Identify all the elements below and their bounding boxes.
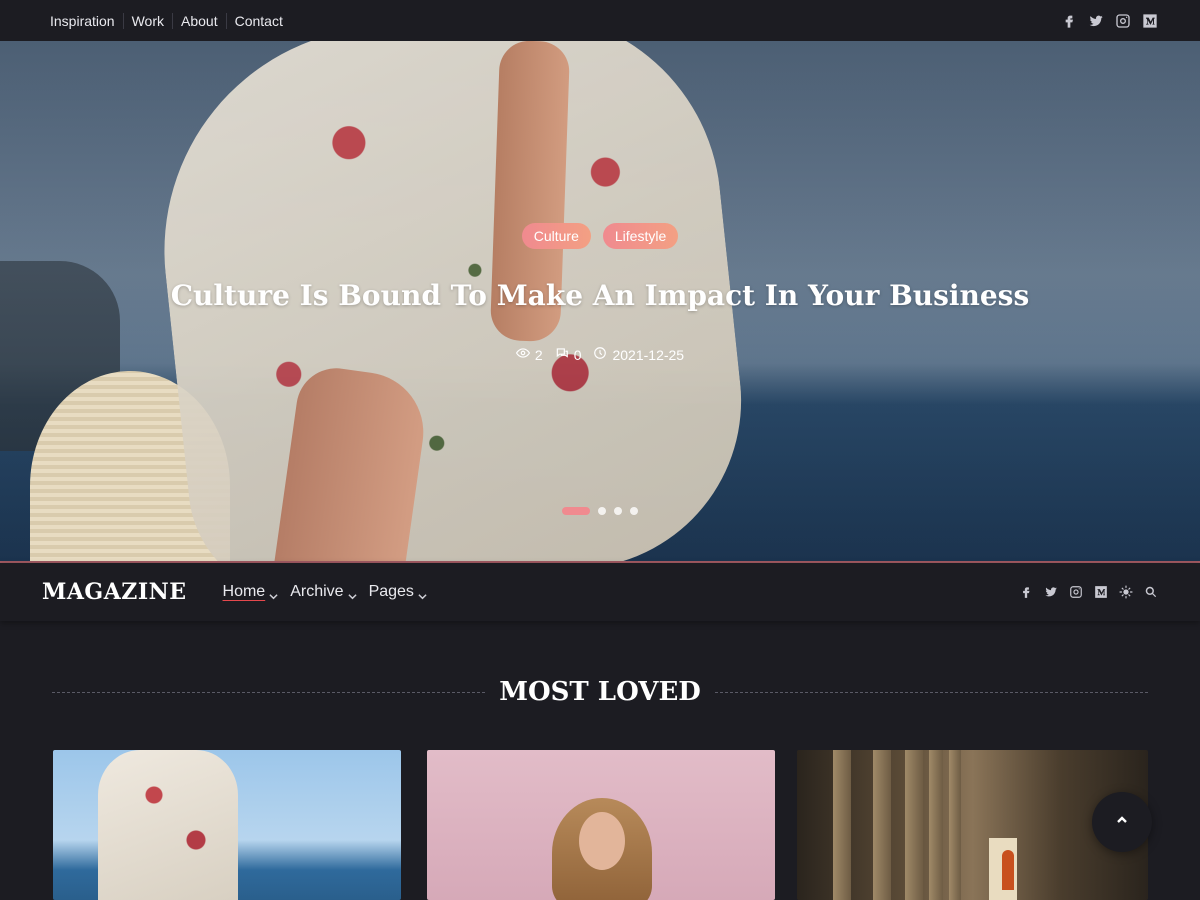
- top-nav-contact[interactable]: Contact: [225, 12, 291, 29]
- slider-dot-1[interactable]: [562, 507, 590, 515]
- top-nav-inspiration[interactable]: Inspiration: [50, 13, 123, 29]
- slider-dot-2[interactable]: [598, 507, 606, 515]
- views-value: 2: [534, 346, 543, 363]
- comments-count: 0: [555, 346, 582, 363]
- theme-toggle-icon[interactable]: [1118, 585, 1133, 600]
- post-card-1-image[interactable]: [53, 750, 401, 900]
- hero-title[interactable]: Culture Is Bound To Make An Impact In Yo…: [0, 279, 1200, 312]
- menu-archive-label: Archive: [290, 583, 344, 600]
- facebook-icon[interactable]: [1060, 12, 1077, 29]
- medium-icon[interactable]: [1141, 12, 1158, 29]
- menu-home-label: Home: [222, 583, 266, 600]
- card-3-column: [949, 750, 961, 900]
- card-3-column: [873, 750, 891, 900]
- chevron-down-icon: [347, 588, 357, 599]
- chevron-down-icon: [269, 588, 278, 599]
- slider-dot-3[interactable]: [614, 507, 622, 515]
- top-nav: Inspiration Work About Contact: [50, 12, 291, 29]
- heading-divider-left: [52, 691, 486, 693]
- twitter-icon[interactable]: [1087, 12, 1104, 29]
- card-3-column: [929, 750, 943, 900]
- hero-slider[interactable]: Culture Lifestyle Culture Is Bound To Ma…: [0, 41, 1200, 563]
- section-title: MOST LOVED: [499, 677, 701, 707]
- menu-pages-label: Pages: [368, 583, 414, 600]
- card-3-column: [905, 750, 923, 900]
- hero-meta: 2 0 2021-12-25: [0, 346, 1200, 363]
- back-to-top-button[interactable]: [1092, 792, 1152, 852]
- card-2-face: [579, 812, 625, 870]
- post-date: 2021-12-25: [593, 346, 684, 363]
- card-1-dress: [98, 750, 238, 900]
- instagram-icon[interactable]: [1068, 585, 1083, 600]
- most-loved-heading: MOST LOVED: [52, 674, 1148, 710]
- eye-icon: [515, 346, 530, 363]
- card-3-monk: [1002, 850, 1014, 890]
- chevron-down-icon: [418, 588, 427, 599]
- instagram-icon[interactable]: [1114, 12, 1131, 29]
- menu-item-pages[interactable]: Pages: [369, 583, 427, 601]
- site-logo[interactable]: MAGAZINE: [42, 579, 187, 605]
- facebook-icon[interactable]: [1018, 585, 1033, 600]
- views-count: 2: [515, 346, 543, 363]
- tag-lifestyle[interactable]: Lifestyle: [602, 223, 679, 249]
- post-card-2-image[interactable]: [427, 750, 775, 900]
- header-actions: [1018, 585, 1158, 600]
- hero-content: Culture Lifestyle Culture Is Bound To Ma…: [0, 41, 1200, 561]
- top-bar: Inspiration Work About Contact: [0, 0, 1200, 41]
- slider-pagination: [0, 507, 1200, 515]
- main-menu: Home Archive Pages: [223, 583, 427, 601]
- search-icon[interactable]: [1143, 585, 1158, 600]
- top-nav-about[interactable]: About: [172, 12, 226, 29]
- menu-item-archive[interactable]: Archive: [290, 583, 357, 601]
- chevron-up-icon: [1116, 813, 1128, 831]
- hero-tags: Culture Lifestyle: [0, 223, 1200, 249]
- comments-value: 0: [573, 346, 582, 363]
- menu-item-home[interactable]: Home: [223, 583, 279, 601]
- medium-icon[interactable]: [1093, 585, 1108, 600]
- most-loved-cards: [53, 750, 1148, 900]
- top-social-links: [1060, 12, 1158, 29]
- card-3-column: [833, 750, 851, 900]
- tag-culture[interactable]: Culture: [521, 223, 591, 249]
- top-nav-work[interactable]: Work: [122, 12, 172, 29]
- twitter-icon[interactable]: [1043, 585, 1058, 600]
- heading-divider-right: [714, 691, 1148, 693]
- clock-icon: [593, 346, 607, 363]
- comments-icon: [555, 346, 569, 363]
- slider-dot-4[interactable]: [630, 507, 638, 515]
- date-value: 2021-12-25: [612, 346, 685, 363]
- main-header: MAGAZINE Home Archive Pages: [0, 563, 1200, 621]
